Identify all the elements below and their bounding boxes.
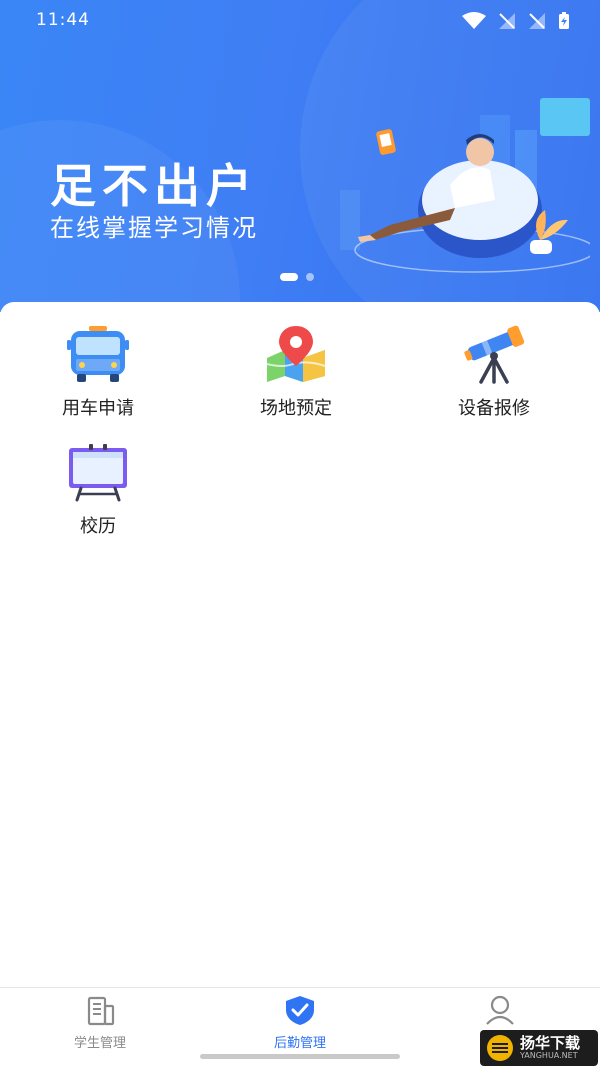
service-label: 校历: [80, 516, 116, 537]
relaxing-person-illustration: [340, 98, 590, 273]
status-time: 11:44: [36, 10, 90, 30]
no-signal-icon: [499, 13, 515, 29]
watermark-subtext: YANGHUA.NET: [520, 1051, 578, 1060]
tab-logistics-management[interactable]: 后勤管理: [200, 994, 400, 1051]
carousel-indicator: [280, 273, 314, 281]
service-venue-booking[interactable]: 场地预定: [198, 324, 394, 424]
banner-title: 足不出户: [50, 159, 258, 213]
tab-label: 学生管理: [73, 1036, 126, 1051]
telescope-icon: [464, 325, 525, 384]
calendar-board-icon: [69, 444, 127, 502]
home-indicator: [200, 1054, 400, 1059]
status-icons: [462, 12, 570, 30]
user-icon: [486, 995, 514, 1025]
service-school-calendar[interactable]: 校历: [0, 442, 196, 542]
watermark-emblem-icon: [487, 1035, 513, 1061]
no-signal-icon: [529, 13, 545, 29]
watermark-text: 扬华下载: [520, 1034, 581, 1052]
services-panel: 用车申请 场地预定 设备报修 校历: [0, 302, 600, 987]
building-icon: [87, 996, 115, 1026]
status-bar: 11:44: [0, 0, 600, 42]
carousel-dot-active[interactable]: [280, 273, 298, 281]
banner-subtitle: 在线掌握学习情况: [50, 214, 258, 242]
battery-charging-icon: [559, 12, 569, 29]
map-pin-icon: [266, 326, 326, 382]
wifi-icon: [462, 12, 486, 29]
promo-banner[interactable]: 11:44 足不出户 在线掌握学习情况: [0, 0, 600, 312]
service-label: 设备报修: [458, 398, 530, 419]
bus-icon: [67, 326, 129, 382]
tab-student-management[interactable]: 学生管理: [0, 994, 200, 1051]
watermark-logo: 扬华下载 YANGHUA.NET: [480, 1030, 598, 1066]
service-label: 场地预定: [260, 398, 332, 419]
service-equipment-repair[interactable]: 设备报修: [396, 324, 592, 424]
carousel-dot[interactable]: [306, 273, 314, 281]
tab-label: 后勤管理: [273, 1036, 326, 1051]
service-vehicle-request[interactable]: 用车申请: [0, 324, 196, 424]
shield-check-icon: [286, 996, 314, 1025]
service-label: 用车申请: [62, 398, 134, 419]
